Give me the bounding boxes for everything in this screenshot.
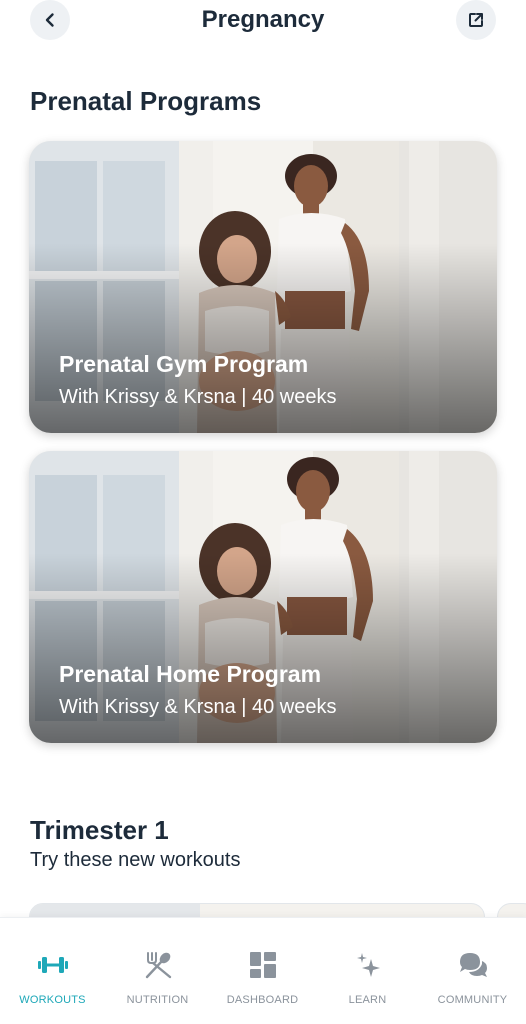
fork-spoon-icon: [141, 948, 175, 982]
bottom-tab-bar: WORKOUTS NUTRITION DASHBOARD LEARN COMMU…: [0, 917, 526, 1024]
program-card-subtitle: With Krissy & Krsna | 40 weeks: [59, 386, 337, 408]
tab-community[interactable]: COMMUNITY: [420, 918, 525, 1024]
tab-dashboard[interactable]: DASHBOARD: [210, 918, 315, 1024]
top-bar: Pregnancy: [0, 0, 526, 48]
section-title-prenatal-programs: Prenatal Programs: [30, 86, 262, 116]
tab-label: WORKOUTS: [19, 994, 86, 1006]
external-link-icon: [469, 13, 483, 27]
tab-workouts[interactable]: WORKOUTS: [0, 918, 105, 1024]
program-card-home[interactable]: Prenatal Home Program With Krissy & Krsn…: [29, 451, 497, 743]
dumbbell-icon: [36, 948, 70, 982]
tab-label: COMMUNITY: [437, 994, 508, 1006]
chat-bubbles-icon: [456, 948, 490, 982]
program-card-gym[interactable]: Prenatal Gym Program With Krissy & Krsna…: [29, 141, 497, 433]
tab-label: DASHBOARD: [226, 994, 299, 1006]
program-card-title: Prenatal Home Program: [59, 661, 322, 687]
program-card-subtitle: With Krissy & Krsna | 40 weeks: [59, 696, 337, 718]
tab-label: LEARN: [348, 994, 387, 1006]
tab-learn[interactable]: LEARN: [315, 918, 420, 1024]
sparkle-icon: [351, 948, 385, 982]
section-title-trimester: Trimester 1: [30, 815, 169, 845]
tab-nutrition[interactable]: NUTRITION: [105, 918, 210, 1024]
share-button[interactable]: [456, 0, 496, 40]
dashboard-icon: [246, 948, 280, 982]
page-title: Pregnancy: [201, 6, 325, 33]
tab-label: NUTRITION: [126, 994, 189, 1006]
section-subtitle-trimester: Try these new workouts: [30, 849, 241, 871]
program-card-title: Prenatal Gym Program: [59, 351, 309, 377]
